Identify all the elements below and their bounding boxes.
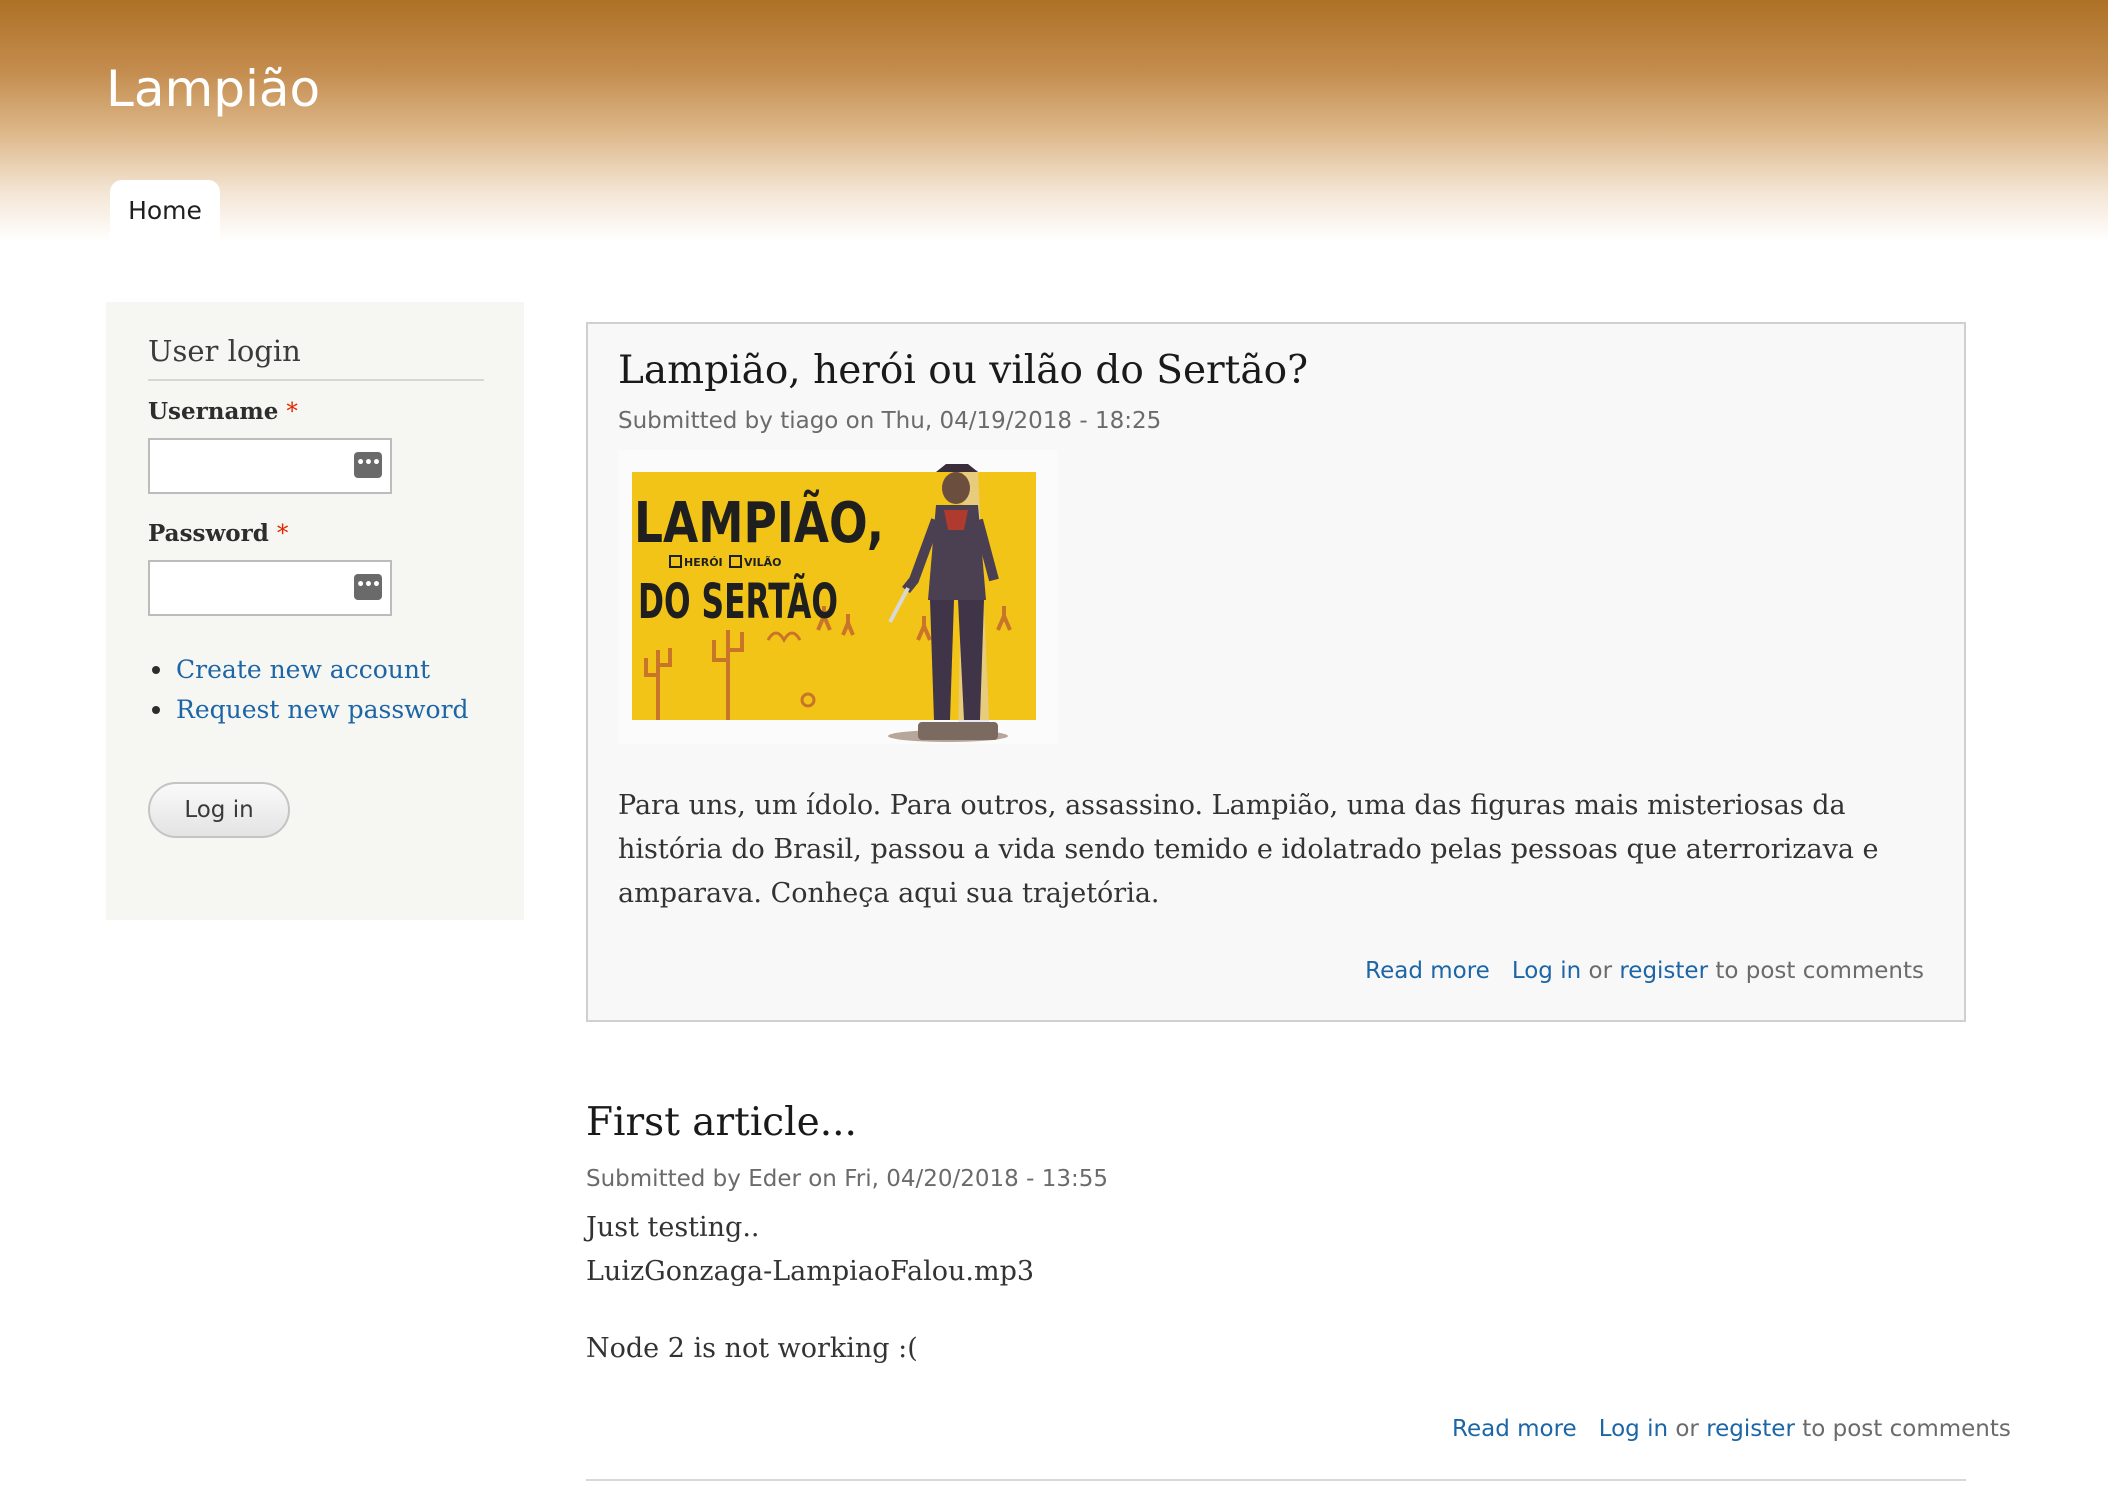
lampiao-poster: LAMPIÃO, HERÓI VILÃO DO SERTÃO [618,450,1058,744]
article-links: Read more Log in or register to post comm… [1452,1416,2011,1442]
or-text: or [1588,958,1613,984]
create-account-link[interactable]: Create new account [176,655,430,684]
article-meta: Submitted by Eder on Fri, 04/20/2018 - 1… [586,1166,1108,1192]
content-divider [586,1479,1966,1481]
block-title: User login [148,334,301,368]
post-comments-text: to post comments [1715,958,1924,984]
article-meta: Submitted by tiago on Thu, 04/19/2018 - … [618,408,1162,434]
site-header: Lampião Home [0,0,2108,242]
username-input[interactable]: ••• [148,438,392,494]
poster-option-heroi: HERÓI [684,556,723,569]
article-body: Para uns, um ídolo. Para outros, assassi… [618,790,1879,909]
password-label: Password * [148,520,289,547]
site-name[interactable]: Lampião [106,60,320,118]
list-item: Request new password [148,690,469,730]
password-input[interactable]: ••• [148,560,392,616]
password-manager-icon[interactable]: ••• [354,452,382,478]
register-link[interactable]: register [1619,958,1708,984]
user-login-block: User login Username * ••• Password * •••… [106,302,524,920]
required-marker: * [276,521,289,547]
register-link[interactable]: register [1706,1416,1795,1442]
article-body-line: Just testing.. [586,1212,760,1243]
read-more-link[interactable]: Read more [1452,1416,1577,1442]
article-title[interactable]: First article... [586,1100,857,1145]
list-item: Create new account [148,650,469,690]
request-password-link[interactable]: Request new password [176,695,469,724]
article-attachment: LuizGonzaga-LampiaoFalou.mp3 [586,1256,1035,1287]
block-title-divider [148,379,484,381]
login-button[interactable]: Log in [148,782,290,838]
poster-option-vilao: VILÃO [744,556,781,569]
poster-title-line1: LAMPIÃO, [634,490,884,556]
login-link[interactable]: Log in [1512,958,1581,984]
article-teaser: Lampião, herói ou vilão do Sertão? Submi… [586,322,1966,1022]
login-links: Create new account Request new password [148,650,469,730]
password-manager-icon[interactable]: ••• [354,574,382,600]
required-marker: * [286,399,298,425]
read-more-link[interactable]: Read more [1365,958,1490,984]
post-comments-text: to post comments [1802,1416,2011,1442]
or-text: or [1675,1416,1699,1442]
article-title[interactable]: Lampião, herói ou vilão do Sertão? [618,348,1308,393]
poster-title-line2: DO SERTÃO [638,573,838,630]
article-links: Read more Log in or register to post comm… [1365,958,1924,984]
article-image[interactable]: LAMPIÃO, HERÓI VILÃO DO SERTÃO [618,450,1058,744]
tab-home[interactable]: Home [110,180,220,242]
username-label: Username * [148,398,298,425]
article-body-line: Node 2 is not working :( [586,1333,918,1364]
login-link[interactable]: Log in [1599,1416,1668,1442]
